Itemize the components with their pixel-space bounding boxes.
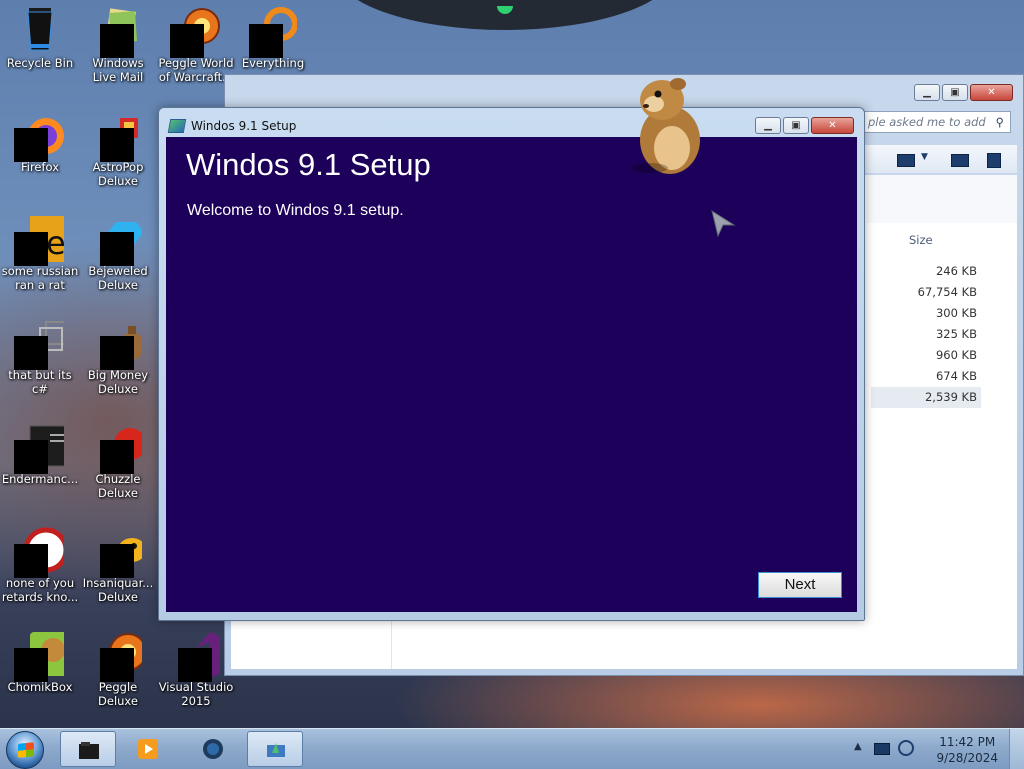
file-size-cell[interactable]: 246 KB	[871, 261, 981, 282]
taskbar-item-globe[interactable]	[185, 731, 241, 767]
view-options-icon[interactable]	[897, 154, 915, 167]
tray-expand-icon[interactable]: ▲	[854, 741, 862, 752]
file-size-cell[interactable]: 67,754 KB	[871, 282, 981, 303]
file-size-cell[interactable]: 325 KB	[871, 324, 981, 345]
desktop-icon-none-of-you[interactable]: none of you retards kno...	[1, 526, 79, 604]
svg-text:e: e	[46, 224, 64, 262]
help-icon[interactable]	[987, 153, 1001, 168]
visual-studio-icon	[172, 630, 228, 682]
media-player-icon	[138, 739, 158, 759]
rat-app-icon: e	[14, 214, 78, 266]
recycle-bin-icon	[16, 6, 64, 54]
next-button[interactable]: Next	[758, 572, 842, 598]
file-size-cell[interactable]: 674 KB	[871, 366, 981, 387]
fish-icon	[94, 526, 146, 578]
preview-pane-icon[interactable]	[951, 154, 969, 167]
desktop-icon-endermanc[interactable]: Endermanc...	[1, 422, 79, 486]
desktop-icon-windows-live-mail[interactable]: Windows Live Mail	[79, 6, 157, 84]
taskbar: ▲ 11:42 PM 9/28/2024	[0, 728, 1024, 769]
search-ring-icon	[249, 6, 298, 58]
explorer-caption-buttons: ▁ ▣ ✕	[914, 84, 1013, 101]
maximize-icon: ▣	[950, 87, 960, 98]
maximize-button[interactable]: ▣	[942, 84, 968, 101]
setup-heading: Windos 9.1 Setup	[186, 147, 431, 182]
file-size-cell-selected[interactable]: 2,539 KB	[871, 387, 981, 408]
dialog-window-title: Windos 9.1 Setup	[191, 119, 297, 133]
size-column: 246 KB 67,754 KB 300 KB 325 KB 960 KB 67…	[871, 261, 981, 408]
astropop-icon	[94, 110, 142, 162]
dialog-close-button[interactable]: ✕	[811, 117, 854, 134]
desktop-icon-chuzzle[interactable]: Chuzzle Deluxe	[79, 422, 157, 500]
setup-icon	[267, 743, 285, 757]
stack-icon	[14, 318, 69, 370]
desktop-icon-big-money[interactable]: Big Money Deluxe	[79, 318, 157, 396]
terminal-icon	[14, 422, 79, 474]
close-button[interactable]: ✕	[970, 84, 1013, 101]
chrome-like-icon	[14, 526, 69, 578]
taskbar-item-media-player[interactable]	[120, 731, 176, 767]
mouse-cursor-icon	[711, 209, 736, 238]
arc-light	[497, 6, 513, 14]
desktop-icon-peggle-deluxe[interactable]: Peggle Deluxe	[79, 630, 157, 708]
clock-date: 9/28/2024	[936, 751, 998, 765]
setup-client-area: Windos 9.1 Setup Welcome to Windos 9.1 s…	[166, 137, 857, 612]
mail-icon	[94, 6, 142, 58]
maximize-icon: ▣	[791, 120, 801, 131]
search-placeholder: ple asked me to add	[868, 115, 986, 129]
dialog-maximize-button[interactable]: ▣	[783, 117, 809, 134]
action-center-icon[interactable]	[874, 743, 890, 755]
wallpaper-arc	[335, 0, 675, 30]
taskbar-item-explorer[interactable]	[60, 731, 116, 767]
desktop-icon-csharp[interactable]: that but its c#	[1, 318, 79, 396]
money-bag-icon	[94, 318, 144, 370]
file-size-cell[interactable]: 960 KB	[871, 345, 981, 366]
desktop-icon-chomikbox[interactable]: ChomikBox	[1, 630, 79, 694]
minimize-icon: ▁	[764, 120, 772, 131]
desktop-icon-recycle-bin[interactable]: Recycle Bin	[1, 6, 79, 70]
setup-app-icon	[167, 119, 187, 133]
close-icon: ✕	[987, 87, 996, 98]
gem-icon	[94, 214, 144, 266]
globe-icon	[203, 739, 223, 759]
folder-icon	[79, 742, 99, 759]
welcome-text: Welcome to Windos 9.1 setup.	[187, 202, 404, 219]
dialog-caption-buttons: ▁ ▣ ✕	[755, 117, 854, 134]
network-icon[interactable]	[898, 740, 914, 756]
start-button[interactable]	[6, 731, 44, 769]
dialog-title-bar: Windos 9.1 Setup	[167, 117, 297, 135]
desktop-icon-peggle-wow[interactable]: Peggle World of Warcraft...	[157, 6, 235, 84]
desktop-icon-firefox[interactable]: Firefox	[1, 110, 79, 174]
setup-dialog[interactable]: Windos 9.1 Setup ▁ ▣ ✕ Windos 9.1 Setup …	[158, 107, 865, 621]
taskbar-item-setup[interactable]	[247, 731, 303, 767]
firefox-icon	[14, 110, 64, 162]
desktop-icon-astropop[interactable]: AstroPop Deluxe	[79, 110, 157, 188]
dialog-minimize-button[interactable]: ▁	[755, 117, 781, 134]
hamster-box-icon	[14, 630, 76, 682]
desktop-icon-everything[interactable]: Everything	[234, 6, 312, 70]
details-header-band	[867, 175, 1017, 223]
file-size-cell[interactable]: 300 KB	[871, 303, 981, 324]
minimize-icon: ▁	[923, 87, 931, 98]
close-icon: ✕	[828, 120, 837, 131]
minimize-button[interactable]: ▁	[914, 84, 940, 101]
size-column-header[interactable]: Size	[909, 233, 933, 247]
desktop-icon-rat-app[interactable]: e some russian ran a rat	[1, 214, 79, 292]
show-desktop-button[interactable]	[1009, 729, 1024, 769]
system-tray: ▲ 11:42 PM 9/28/2024	[854, 729, 1024, 769]
desktop-icon-bejeweled[interactable]: Bejeweled Deluxe	[79, 214, 157, 292]
clock[interactable]: 11:42 PM 9/28/2024	[936, 734, 998, 766]
search-icon[interactable]: ⚲	[996, 112, 1004, 132]
chevron-down-icon[interactable]: ▼	[921, 152, 928, 162]
desktop-icon-insaniquarium[interactable]: Insaniquar... Deluxe	[79, 526, 157, 604]
peggle-icon	[170, 6, 220, 58]
chuzzle-icon	[94, 422, 146, 474]
hamster-icon	[632, 78, 700, 174]
peggle-icon	[94, 630, 147, 682]
clock-time: 11:42 PM	[939, 735, 996, 749]
search-input[interactable]: ple asked me to add ⚲	[861, 111, 1011, 133]
windows-logo-icon	[18, 742, 34, 758]
